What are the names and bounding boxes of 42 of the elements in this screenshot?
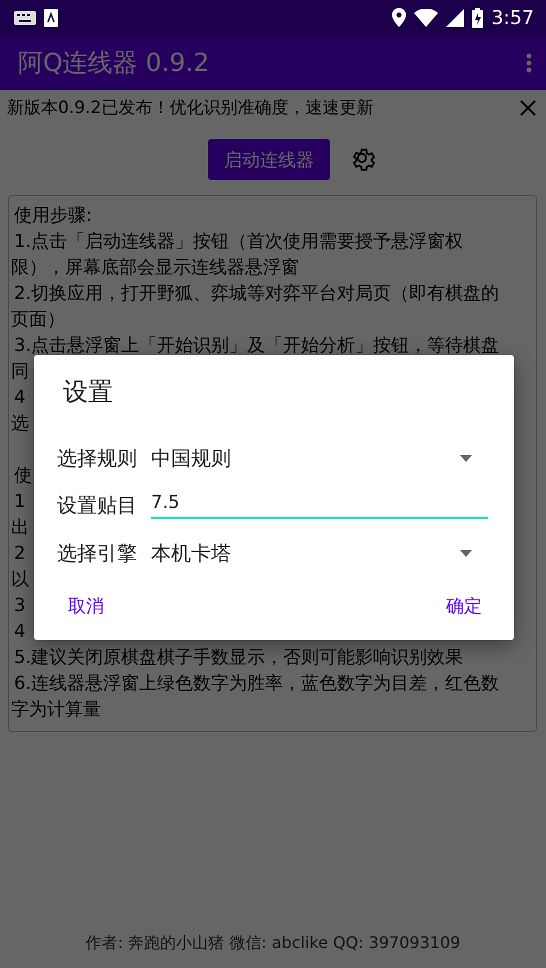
instruction-line: 1	[13, 490, 26, 514]
signal-icon	[446, 8, 464, 26]
field-label: 设置贴目	[57, 492, 138, 518]
instruction-line: 字为计算量	[11, 698, 101, 722]
close-icon[interactable]	[520, 100, 536, 116]
wifi-icon	[414, 8, 438, 26]
input-field[interactable]: 7.5	[151, 492, 488, 518]
dialog-title: 设置	[63, 376, 114, 408]
instruction-line: 以	[11, 568, 29, 592]
location-icon	[392, 8, 406, 27]
instruction-line: 2.切换应用，打开野狐、弈城等对弈平台对局页（即有棋盘的	[13, 282, 500, 306]
clock-time: 3:57	[491, 6, 534, 28]
dropdown-select[interactable]: 本机卡塔	[151, 540, 488, 566]
instruction-line: 2	[13, 542, 26, 566]
battery-icon	[472, 8, 484, 28]
instruction-line: 3.点击悬浮窗上「开始识别」及「开始分析」按钮，等待棋盘	[13, 334, 500, 358]
instruction-line: 6.连线器悬浮窗上绿色数字为胜率，蓝色数字为目差，红色数	[13, 672, 500, 696]
instruction-line: 3	[13, 594, 26, 618]
field-label: 选择规则	[57, 444, 138, 472]
instruction-line: 同	[11, 360, 29, 384]
dropdown-select[interactable]: 中国规则	[151, 444, 488, 472]
author-credit: 作者: 奔跑的小山猪 微信: abclike QQ: 397093109	[84, 933, 462, 954]
instruction-line: 5.建议关闭原棋盘棋子手数显示，否则可能影响识别效果	[13, 646, 464, 670]
dropdown-caret-icon	[460, 454, 472, 462]
field-label: 选择引擎	[57, 540, 138, 566]
instruction-line: 选	[11, 412, 29, 436]
instruction-line: 页面）	[11, 308, 65, 332]
instruction-line: 限），屏幕底部会显示连线器悬浮窗	[11, 256, 299, 280]
dropdown-caret-icon	[460, 550, 472, 556]
notification-icon	[44, 8, 58, 26]
instruction-line: 4	[13, 386, 26, 410]
instruction-line: 4	[13, 620, 26, 644]
confirm-button[interactable]: 确定	[444, 592, 484, 620]
keyboard-icon	[14, 10, 36, 24]
more-options-icon[interactable]	[526, 52, 532, 72]
instruction-line: 使用步骤:	[13, 204, 92, 228]
instruction-line: 1.点击「启动连线器」按钮（首次使用需要授予悬浮窗权	[13, 230, 464, 254]
instruction-line: 出	[11, 516, 29, 540]
app-title: 阿Q连线器 0.9.2	[18, 47, 210, 79]
instruction-line: 使	[13, 464, 32, 488]
update-notice: 新版本0.9.2已发布！优化识别准确度，速速更新	[7, 97, 374, 119]
cancel-button[interactable]: 取消	[66, 592, 106, 620]
